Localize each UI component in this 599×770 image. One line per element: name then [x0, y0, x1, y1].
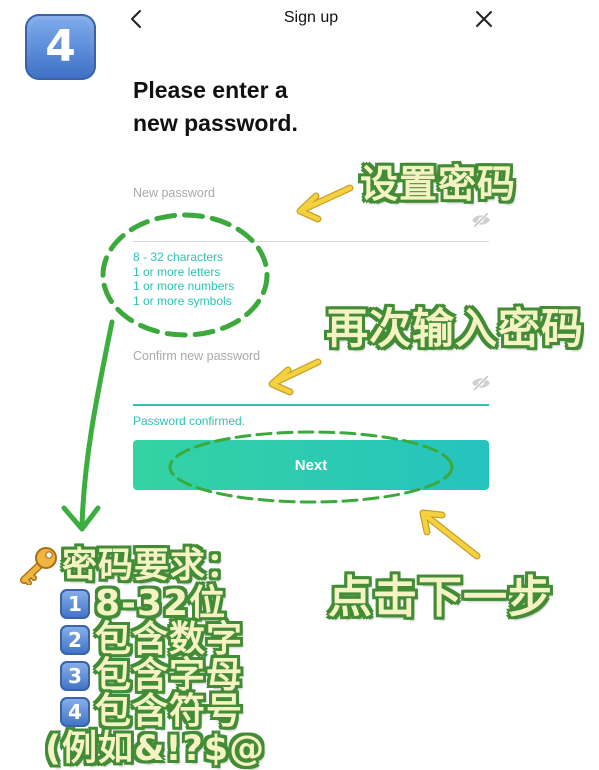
new-password-visibility-toggle[interactable]: [470, 212, 492, 228]
requirement-length: 8 - 32 characters: [133, 250, 224, 264]
annotation-requirement-text: 包含符号: [95, 691, 244, 732]
step-keycap-badge: 4: [25, 14, 96, 80]
annotation-requirement-row: 3 包含字母: [60, 658, 243, 694]
annotation-requirement-row: 1 8-32位: [60, 586, 226, 622]
eye-off-icon: [472, 375, 490, 391]
password-confirmed-status: Password confirmed.: [133, 414, 246, 428]
annotation-requirement-row: 4 包含符号: [60, 694, 243, 730]
green-arrow-to-requirements-note: [61, 319, 115, 532]
annotation-requirement-text: 8-32位: [95, 583, 227, 624]
key-icon: [20, 547, 57, 585]
confirm-password-input[interactable]: [133, 368, 463, 400]
step-keycap-digit: 4: [31, 20, 90, 74]
annotation-requirements-title: 密码要求：: [62, 546, 243, 586]
requirement-letters: 1 or more letters: [133, 264, 221, 279]
page: 4 Sign up Please enter a new password. N…: [0, 0, 599, 770]
annotation-requirement-row: 2 包含数字: [60, 622, 243, 658]
annotation-reenter-password: 再次输入密码: [326, 304, 585, 353]
keycap-digit-icon: 3: [60, 661, 90, 691]
page-heading: Please enter a new password.: [133, 74, 298, 140]
keycap-digit-icon: 1: [60, 589, 90, 619]
password-requirements-list: 8 - 32 characters 1 or more letters 1 or…: [133, 250, 234, 308]
page-heading-line-2: new password.: [133, 110, 298, 136]
new-password-underline: [133, 241, 489, 242]
annotation-symbol-example: (例如&!?$@: [45, 729, 266, 769]
confirm-password-underline: [133, 404, 489, 406]
page-heading-line-1: Please enter a: [133, 77, 288, 103]
requirement-symbols: 1 or more symbols: [133, 293, 232, 308]
header-title: Sign up: [283, 9, 339, 26]
next-button[interactable]: Next: [133, 440, 489, 490]
annotation-click-next: 点击下一步: [328, 572, 553, 623]
confirm-password-visibility-toggle[interactable]: [470, 375, 492, 391]
keycap-digit-icon: 4: [60, 697, 90, 727]
close-icon: [476, 11, 492, 27]
yellow-arrow-next-button: [419, 509, 481, 560]
eye-off-icon: [472, 212, 490, 228]
confirm-password-label: Confirm new password: [133, 349, 261, 363]
back-button[interactable]: [128, 9, 146, 29]
chevron-left-icon: [131, 10, 141, 28]
new-password-label: New password: [133, 186, 215, 200]
keycap-digit-icon: 2: [60, 625, 90, 655]
annotation-set-password: 设置密码: [360, 162, 517, 206]
annotation-requirement-text: 包含数字: [95, 619, 244, 660]
new-password-input[interactable]: [133, 204, 463, 236]
annotation-requirement-text: 包含字母: [95, 655, 244, 696]
close-button[interactable]: [475, 10, 493, 28]
requirement-numbers: 1 or more numbers: [133, 279, 235, 293]
